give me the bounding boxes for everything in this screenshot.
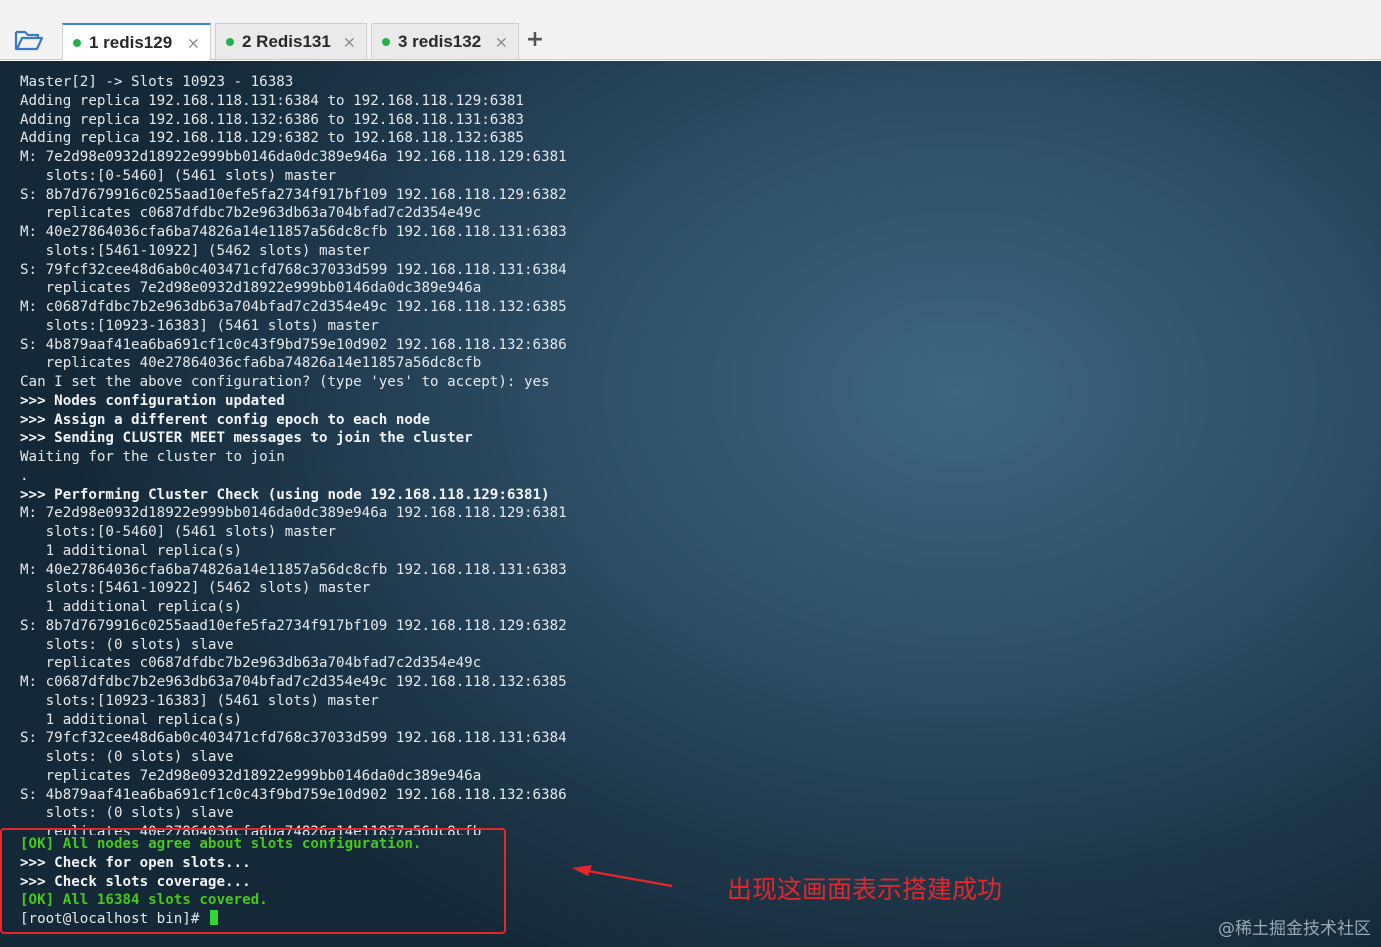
connected-status-icon — [382, 37, 390, 46]
terminal-line: replicates 7e2d98e0932d18922e999bb0146da… — [20, 767, 482, 784]
tab-redis132[interactable]: 3 redis132 × — [371, 23, 519, 59]
folder-open-icon[interactable] — [14, 28, 44, 52]
terminal-line: slots: (0 slots) slave — [20, 805, 234, 822]
terminal-line: slots:[10923-16383] (5461 slots) master — [20, 692, 379, 709]
close-icon[interactable]: × — [495, 32, 508, 51]
close-icon[interactable]: × — [187, 33, 200, 52]
connected-status-icon — [73, 38, 81, 47]
tab-label: 2 Redis131 — [242, 31, 331, 51]
terminal-line: Master[2] -> Slots 10923 - 16383 — [20, 74, 294, 90]
terminal-line: S: 8b7d7679916c0255aad10efe5fa2734f917bf… — [20, 617, 567, 634]
terminal-line: S: 4b879aaf41ea6ba691cf1c0c43f9bd759e10d… — [20, 786, 567, 803]
terminal-line: M: 7e2d98e0932d18922e999bb0146da0dc389e9… — [20, 505, 567, 522]
terminal-line: 1 additional replica(s) — [20, 542, 243, 559]
add-tab-icon[interactable]: + — [524, 26, 546, 54]
terminal-line: S: 79fcf32cee48d6ab0c403471cfd768c37033d… — [20, 261, 567, 278]
terminal-line: >>> Sending CLUSTER MEET messages to joi… — [20, 430, 473, 447]
terminal-line: Adding replica 192.168.118.132:6386 to 1… — [20, 111, 524, 128]
terminal-line: S: 8b7d7679916c0255aad10efe5fa2734f917bf… — [20, 186, 567, 203]
terminal-line: >>> Nodes configuration updated — [20, 392, 285, 409]
tab-redis131[interactable]: 2 Redis131 × — [215, 23, 367, 59]
terminal-line: M: c0687dfdbc7b2e963db63a704bfad7c2d354e… — [20, 674, 567, 690]
close-icon[interactable]: × — [343, 32, 356, 51]
terminal-line: replicates c0687dfdbc7b2e963db63a704bfad… — [20, 655, 482, 672]
terminal-line: . — [20, 467, 29, 484]
session-tab-bar: 1 redis129 × 2 Redis131 × 3 redis132 × + — [0, 0, 1381, 60]
terminal-line: replicates 7e2d98e0932d18922e999bb0146da… — [20, 280, 482, 297]
terminal-line: Can I set the above configuration? (type… — [20, 374, 550, 390]
terminal-line: slots:[5461-10922] (5462 slots) master — [20, 580, 371, 597]
terminal-line: Adding replica 192.168.118.131:6384 to 1… — [20, 92, 524, 109]
terminal-line: slots:[0-5460] (5461 slots) master — [20, 524, 337, 540]
highlight-box — [0, 828, 506, 934]
arrow-icon — [572, 865, 673, 888]
tab-redis129[interactable]: 1 redis129 × — [62, 23, 211, 60]
watermark: @稀土掘金技术社区 — [1218, 919, 1371, 939]
annotation-text: 出现这画面表示搭建成功 — [727, 875, 1003, 904]
terminal-line: Adding replica 192.168.118.129:6382 to 1… — [20, 130, 524, 147]
terminal-line: S: 4b879aaf41ea6ba691cf1c0c43f9bd759e10d… — [20, 336, 567, 353]
terminal-output: Master[2] -> Slots 10923 - 16383 Adding r… — [20, 73, 567, 929]
terminal-line: 1 additional replica(s) — [20, 711, 243, 728]
terminal-line: slots:[10923-16383] (5461 slots) master — [20, 317, 379, 334]
terminal-line: replicates 40e27864036cfa6ba74826a14e118… — [20, 355, 482, 372]
terminal-line: Waiting for the cluster to join — [20, 449, 285, 465]
terminal-line: M: 40e27864036cfa6ba74826a14e11857a56dc8… — [20, 561, 567, 578]
tab-label: 1 redis129 — [89, 32, 173, 52]
terminal-line: slots: (0 slots) slave — [20, 636, 234, 653]
terminal-line: replicates c0687dfdbc7b2e963db63a704bfad… — [20, 205, 482, 222]
terminal-line: slots:[5461-10922] (5462 slots) master — [20, 242, 371, 259]
terminal-pane[interactable]: Master[2] -> Slots 10923 - 16383 Adding r… — [0, 61, 1381, 947]
connected-status-icon — [226, 37, 234, 46]
terminal-line: 1 additional replica(s) — [20, 599, 243, 615]
terminal-line: >>> Performing Cluster Check (using node… — [20, 486, 550, 503]
terminal-line: S: 79fcf32cee48d6ab0c403471cfd768c37033d… — [20, 730, 567, 747]
terminal-line: slots: (0 slots) slave — [20, 749, 234, 765]
terminal-line: M: c0687dfdbc7b2e963db63a704bfad7c2d354e… — [20, 299, 567, 315]
terminal-line: slots:[0-5460] (5461 slots) master — [20, 167, 337, 184]
terminal-line: >>> Assign a different config epoch to e… — [20, 411, 430, 428]
tab-label: 3 redis132 — [398, 31, 482, 51]
terminal-line: M: 40e27864036cfa6ba74826a14e11857a56dc8… — [20, 224, 567, 240]
terminal-line: M: 7e2d98e0932d18922e999bb0146da0dc389e9… — [20, 149, 567, 165]
